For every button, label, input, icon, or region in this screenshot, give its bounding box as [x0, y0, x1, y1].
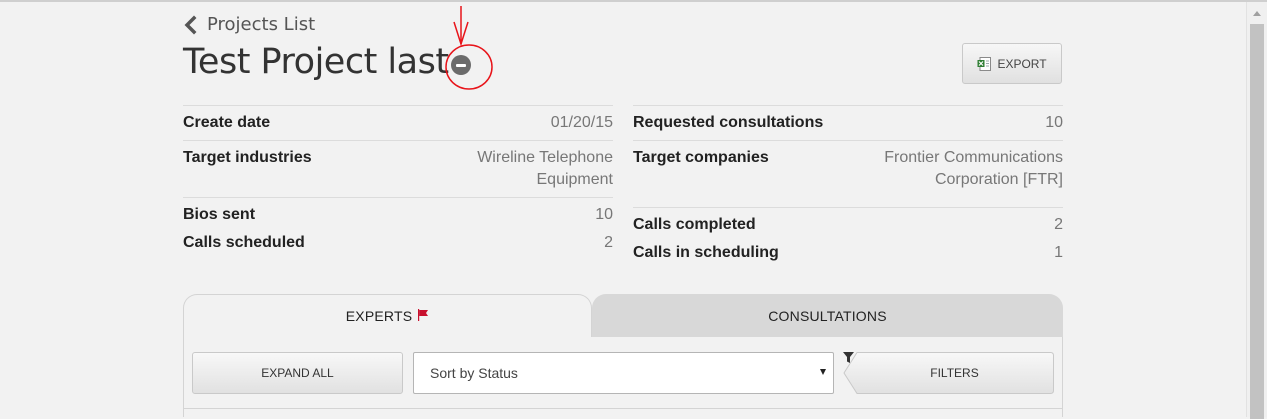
info-value: 2 — [1054, 216, 1063, 233]
filters-button[interactable]: FILTERS — [843, 352, 1054, 394]
info-value: 10 — [1045, 114, 1063, 131]
funnel-icon — [843, 352, 854, 363]
sort-selected-value: Sort by Status — [430, 365, 518, 381]
info-label: Create date — [183, 114, 271, 131]
chevron-left-icon — [184, 15, 197, 34]
tab-label: EXPERTS — [345, 308, 413, 324]
info-row-create-date: Create date 01/20/15 — [183, 105, 613, 140]
info-row-bios-sent: Bios sent 10 — [183, 197, 613, 232]
scroll-up-arrow-icon[interactable] — [1253, 11, 1261, 16]
export-button[interactable]: EXPORT — [962, 43, 1062, 84]
tab-experts[interactable]: EXPERTS — [183, 294, 592, 337]
back-link-projects-list[interactable]: Projects List — [183, 14, 315, 35]
filters-label: FILTERS — [930, 366, 979, 380]
vertical-scrollbar[interactable] — [1246, 2, 1267, 419]
page-title: Test Project last — [183, 42, 449, 82]
info-label: Target industries — [183, 149, 312, 166]
info-row-calls-in-scheduling: Calls in scheduling 1 — [633, 242, 1063, 270]
info-label: Calls scheduled — [183, 234, 305, 251]
info-value: Frontier Communications Corporation [FTR… — [884, 149, 1063, 188]
info-label: Requested consultations — [633, 114, 824, 131]
info-value: 1 — [1054, 244, 1063, 261]
expand-all-button[interactable]: EXPAND ALL — [192, 352, 403, 394]
tab-consultations[interactable]: CONSULTATIONS — [592, 294, 1063, 337]
tab-label: CONSULTATIONS — [768, 307, 887, 324]
expand-all-label: EXPAND ALL — [261, 366, 334, 380]
sort-select[interactable]: Sort by Status — [413, 352, 834, 394]
info-value: 2 — [604, 234, 613, 251]
info-row-requested-consultations: Requested consultations 10 — [633, 105, 1063, 140]
info-label: Calls completed — [633, 216, 756, 233]
info-row-calls-completed: Calls completed 2 — [633, 207, 1063, 242]
info-row-calls-scheduled: Calls scheduled 2 — [183, 232, 613, 260]
info-value: 10 — [595, 206, 613, 223]
info-label: Bios sent — [183, 206, 256, 223]
info-value: Wireline Telephone Equipment — [477, 149, 613, 188]
project-tabs: EXPERTS CONSULTATIONS — [183, 294, 1063, 337]
flag-icon — [418, 309, 429, 321]
info-label: Calls in scheduling — [633, 244, 779, 261]
window-top-border — [0, 0, 1267, 2]
annotation-circle-arrow — [445, 6, 493, 90]
project-info-left: Create date 01/20/15 Target industries W… — [183, 105, 613, 260]
minus-circle-icon[interactable] — [451, 55, 471, 75]
info-row-target-industries: Target industries Wireline Telephone Equ… — [183, 140, 613, 197]
scrollbar-thumb[interactable] — [1250, 24, 1264, 419]
back-link-label: Projects List — [207, 14, 316, 35]
export-button-label: EXPORT — [997, 56, 1047, 71]
info-value: 01/20/15 — [550, 114, 613, 131]
caret-down-icon — [820, 369, 826, 375]
project-info-right: Requested consultations 10 Target compan… — [633, 105, 1063, 270]
panel-divider — [183, 408, 1063, 409]
filters-label-wrap: FILTERS — [843, 352, 1054, 394]
info-row-target-companies: Target companies Frontier Communications… — [633, 140, 1063, 207]
info-label: Target companies — [633, 149, 769, 166]
excel-icon — [977, 56, 992, 71]
